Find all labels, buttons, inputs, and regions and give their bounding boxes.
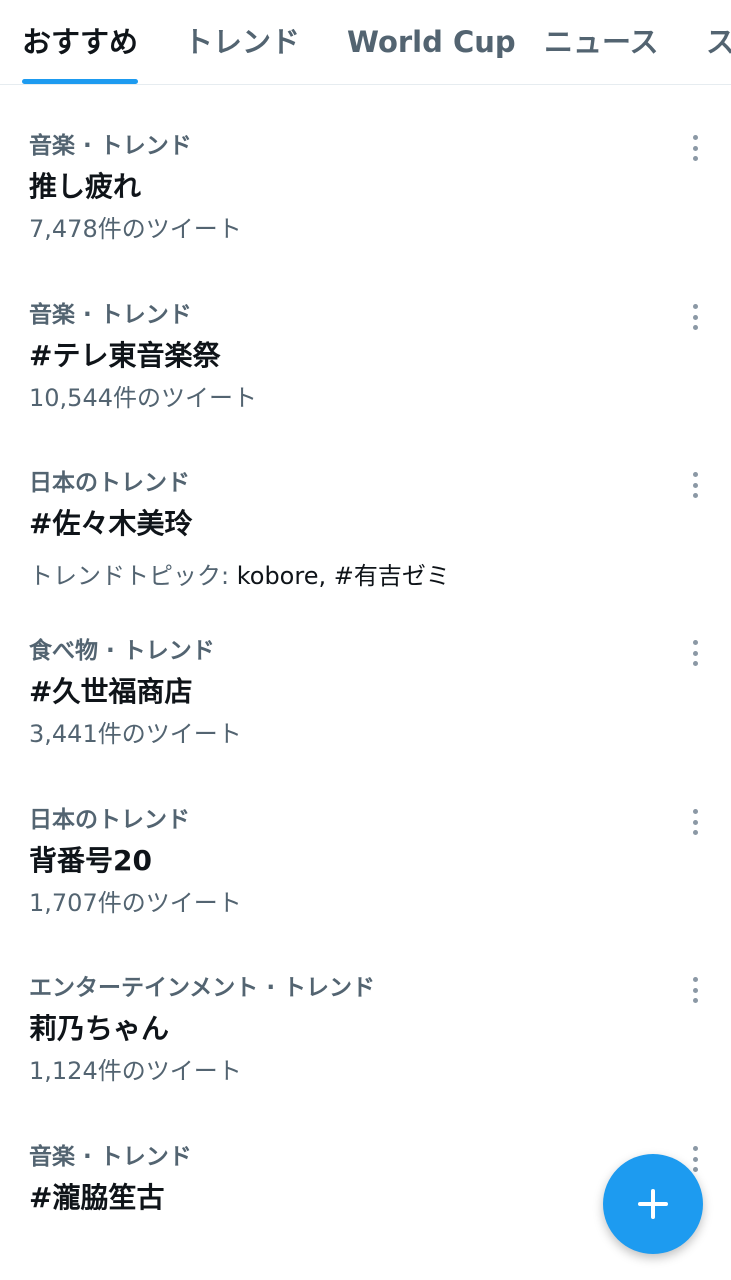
trend-context: 音楽 · トレンド bbox=[29, 1144, 192, 1170]
trend-topics-prefix: トレンドトピック: bbox=[29, 562, 237, 590]
trend-tweet-count: 3,441件のツイート bbox=[29, 720, 242, 748]
trend-item[interactable]: エンターテインメント · トレンド 莉乃ちゃん 1,124件のツイート bbox=[0, 973, 731, 1141]
trend-name: #瀧脇笙古 bbox=[29, 1181, 165, 1214]
active-tab-indicator bbox=[22, 79, 139, 84]
trend-name: #テレ東音楽祭 bbox=[29, 339, 221, 372]
more-vertical-icon[interactable] bbox=[683, 809, 707, 835]
trend-context: 日本のトレンド bbox=[29, 470, 190, 496]
tab-trending[interactable]: トレンド bbox=[184, 0, 301, 84]
tab-label: World Cup bbox=[347, 25, 516, 59]
tab-news[interactable]: ニュース bbox=[544, 0, 659, 84]
more-vertical-icon[interactable] bbox=[683, 472, 707, 498]
trend-topics: トレンドトピック: kobore, #有吉ゼミ bbox=[29, 560, 450, 592]
more-vertical-icon[interactable] bbox=[683, 304, 707, 330]
trend-context: 音楽 · トレンド bbox=[29, 133, 192, 159]
trend-item[interactable]: 日本のトレンド 背番号20 1,707件のツイート bbox=[0, 805, 731, 973]
trend-name: #佐々木美玲 bbox=[29, 507, 193, 540]
trend-item[interactable]: 日本のトレンド #佐々木美玲 トレンドトピック: kobore, #有吉ゼミ bbox=[0, 468, 731, 636]
trend-item[interactable]: 音楽 · トレンド #テレ東音楽祭 10,544件のツイート bbox=[0, 300, 731, 468]
trend-tweet-count: 7,478件のツイート bbox=[29, 215, 242, 243]
trend-tweet-count: 1,124件のツイート bbox=[29, 1057, 242, 1085]
trend-context: エンターテインメント · トレンド bbox=[29, 975, 376, 1001]
more-vertical-icon[interactable] bbox=[683, 977, 707, 1003]
trend-name: 推し疲れ bbox=[29, 170, 142, 203]
more-vertical-icon[interactable] bbox=[683, 640, 707, 666]
more-vertical-icon[interactable] bbox=[683, 135, 707, 161]
tab-label: ス bbox=[706, 25, 731, 59]
tab-label: トレンド bbox=[184, 25, 301, 59]
trend-name: 莉乃ちゃん bbox=[29, 1012, 170, 1045]
trend-context: 音楽 · トレンド bbox=[29, 302, 192, 328]
trend-name: #久世福商店 bbox=[29, 675, 193, 708]
tab-sports[interactable]: ス bbox=[706, 0, 731, 84]
tab-label: おすすめ bbox=[22, 25, 139, 59]
tab-for-you[interactable]: おすすめ bbox=[22, 0, 139, 84]
trend-tweet-count: 1,707件のツイート bbox=[29, 889, 242, 917]
tab-world-cup[interactable]: World Cup bbox=[347, 0, 516, 84]
trend-context: 食べ物 · トレンド bbox=[29, 638, 215, 664]
trend-context: 日本のトレンド bbox=[29, 807, 190, 833]
tab-bar: おすすめ トレンド World Cup ニュース ス bbox=[0, 0, 731, 85]
trend-item[interactable]: 音楽 · トレンド 推し疲れ 7,478件のツイート bbox=[0, 131, 731, 299]
trend-item[interactable]: 食べ物 · トレンド #久世福商店 3,441件のツイート bbox=[0, 636, 731, 804]
trend-name: 背番号20 bbox=[29, 844, 152, 877]
explore-page: おすすめ トレンド World Cup ニュース ス 音楽 · トレンド 推し疲… bbox=[0, 0, 731, 1280]
compose-button[interactable] bbox=[603, 1154, 703, 1254]
tab-label: ニュース bbox=[544, 25, 659, 59]
trend-topics-list: kobore, #有吉ゼミ bbox=[236, 562, 450, 590]
trend-tweet-count: 10,544件のツイート bbox=[29, 384, 257, 412]
